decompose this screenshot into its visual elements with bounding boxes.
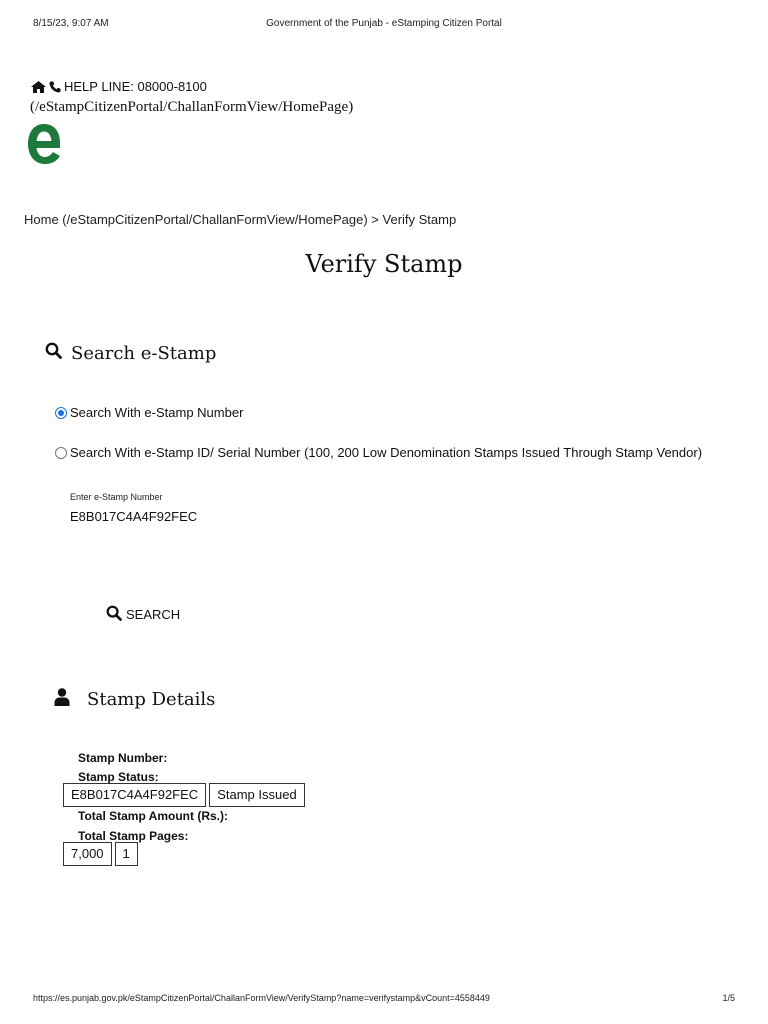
print-page-number: 1/5 bbox=[722, 993, 735, 1003]
search-icon bbox=[106, 605, 122, 624]
breadcrumb: Home (/eStampCitizenPortal/ChallanFormVi… bbox=[24, 212, 456, 227]
radio-button[interactable] bbox=[55, 446, 67, 459]
radio-search-estamp-number[interactable]: Search With e-Stamp Number bbox=[55, 405, 243, 420]
stamp-details-heading: Stamp Details bbox=[54, 688, 215, 711]
search-heading-text: Search e-Stamp bbox=[71, 342, 217, 364]
breadcrumb-separator: > bbox=[367, 212, 383, 227]
radio-search-estamp-id[interactable]: Search With e-Stamp ID/ Serial Number (1… bbox=[55, 445, 702, 460]
stamp-details-heading-text: Stamp Details bbox=[87, 689, 216, 710]
radio-button-selected[interactable] bbox=[55, 406, 67, 419]
page: 8/15/23, 9:07 AM Government of the Punja… bbox=[0, 0, 768, 1024]
estamp-logo[interactable] bbox=[26, 122, 62, 166]
radio-label[interactable]: Search With e-Stamp ID/ Serial Number (1… bbox=[70, 445, 702, 460]
total-amount-label: Total Stamp Amount (Rs.): bbox=[78, 809, 228, 823]
search-button[interactable]: SEARCH bbox=[106, 605, 180, 624]
stamp-number-label: Stamp Number: bbox=[78, 751, 168, 765]
radio-label[interactable]: Search With e-Stamp Number bbox=[70, 405, 243, 420]
user-icon bbox=[54, 688, 70, 711]
search-button-label: SEARCH bbox=[126, 607, 181, 622]
helpline-text: HELP LINE: 08000-8100 bbox=[64, 79, 207, 94]
stamp-status-label: Stamp Status: bbox=[78, 770, 159, 784]
search-section-heading: Search e-Stamp bbox=[45, 342, 216, 364]
estamp-number-input[interactable] bbox=[70, 509, 370, 524]
stamp-number-status-values: E8B017C4A4F92FEC Stamp Issued bbox=[63, 783, 305, 807]
total-pages-value: 1 bbox=[114, 842, 138, 866]
home-link[interactable]: (/eStampCitizenPortal/ChallanFormView/Ho… bbox=[30, 99, 353, 116]
search-icon bbox=[45, 342, 62, 364]
helpline-bar: HELP LINE: 08000-8100 bbox=[31, 79, 207, 94]
print-url: https://es.punjab.gov.pk/eStampCitizenPo… bbox=[33, 993, 490, 1003]
print-title: Government of the Punjab - eStamping Cit… bbox=[266, 18, 502, 29]
total-pages-label: Total Stamp Pages: bbox=[78, 829, 189, 843]
amount-pages-values: 7,000 1 bbox=[63, 842, 138, 866]
home-icon[interactable] bbox=[31, 80, 46, 93]
phone-icon bbox=[49, 81, 61, 93]
stamp-status-value: Stamp Issued bbox=[209, 783, 305, 807]
estamp-number-label: Enter e-Stamp Number bbox=[70, 492, 163, 502]
page-title: Verify Stamp bbox=[305, 250, 463, 278]
stamp-number-value: E8B017C4A4F92FEC bbox=[63, 783, 207, 807]
breadcrumb-home[interactable]: Home (/eStampCitizenPortal/ChallanFormVi… bbox=[24, 212, 368, 227]
breadcrumb-current: Verify Stamp bbox=[382, 212, 457, 227]
total-amount-value: 7,000 bbox=[63, 842, 112, 866]
